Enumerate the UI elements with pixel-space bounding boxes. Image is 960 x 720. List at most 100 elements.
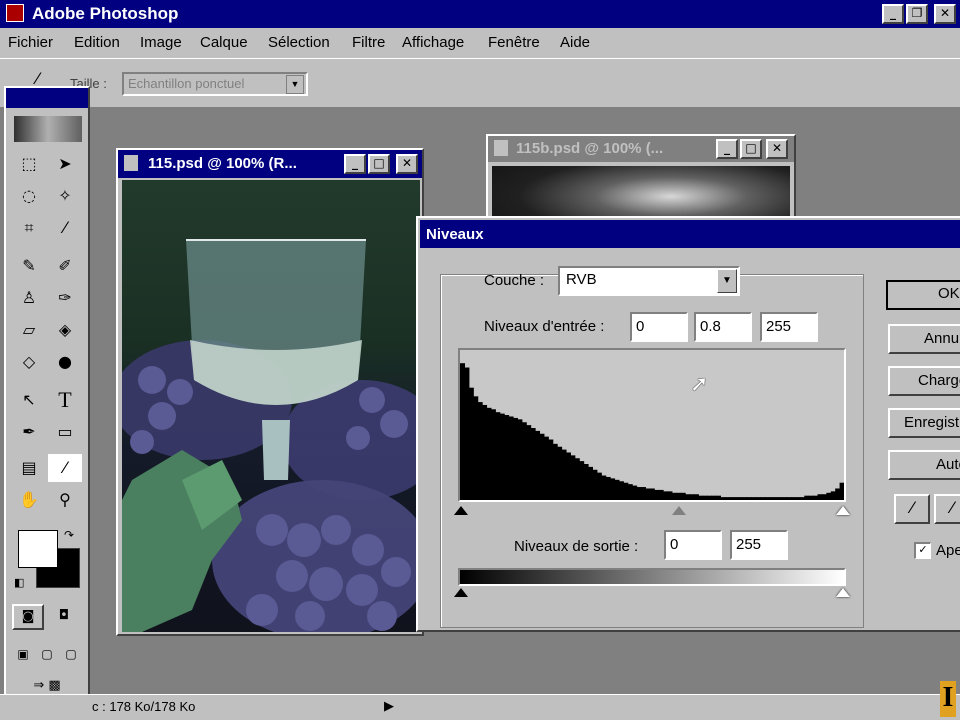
- output-white-field[interactable]: 255: [730, 530, 788, 560]
- chevron-down-icon[interactable]: ▼: [286, 75, 304, 94]
- chevron-down-icon[interactable]: ▼: [717, 269, 737, 293]
- doc1-titlebar[interactable]: 115.psd @ 100% (R... _ □ ✕: [118, 150, 422, 178]
- crop-icon[interactable]: ⌗: [12, 214, 46, 242]
- output-white-slider[interactable]: [836, 588, 850, 597]
- input-gamma-field[interactable]: 0.8: [694, 312, 752, 342]
- preview-checkbox[interactable]: ✓: [914, 542, 931, 559]
- load-button[interactable]: Charger...: [888, 366, 960, 396]
- magic-wand-icon[interactable]: ✧: [48, 182, 82, 210]
- photoshop-app-icon[interactable]: [6, 4, 24, 22]
- eyedropper-icon[interactable]: ⁄: [48, 214, 82, 242]
- histogram-bar: [804, 495, 810, 500]
- options-bar: ⁄ Taille : Echantillon ponctuel ▼: [0, 58, 960, 108]
- histogram-bar: [468, 387, 474, 500]
- black-eyedropper-icon[interactable]: ⁄: [894, 494, 930, 524]
- input-black-field[interactable]: 0: [630, 312, 688, 342]
- menu-aide[interactable]: Aide: [560, 34, 590, 51]
- input-white-slider[interactable]: [836, 506, 850, 515]
- swap-colors-icon[interactable]: ↷: [64, 528, 74, 542]
- save-button[interactable]: Enregistrer...: [888, 408, 960, 438]
- histogram-bar: [724, 497, 730, 500]
- histogram-bar: [707, 495, 713, 500]
- histogram-bar: [605, 476, 611, 500]
- minimize-button[interactable]: _: [882, 4, 904, 24]
- cancel-button[interactable]: Annuler: [888, 324, 960, 354]
- history-brush-icon[interactable]: ✑: [48, 284, 82, 312]
- histogram-bar: [552, 443, 558, 500]
- gray-eyedropper-icon[interactable]: ⁄: [934, 494, 960, 524]
- levels-dialog: Niveaux Couche : RVB ▼ Niveaux d'entrée …: [416, 216, 960, 632]
- text-tool-icon[interactable]: T: [48, 386, 82, 414]
- quickmask-mode-icon[interactable]: ◘: [48, 604, 80, 630]
- menu-image[interactable]: Image: [140, 34, 182, 51]
- input-levels-label: Niveaux d'entrée :: [484, 318, 605, 335]
- doc2-titlebar[interactable]: 115b.psd @ 100% (... _ □ ✕: [488, 136, 794, 162]
- menu-affichage[interactable]: Affichage: [402, 34, 464, 51]
- stamp-icon[interactable]: ♙: [12, 284, 46, 312]
- marquee-icon[interactable]: ⬚: [12, 150, 46, 178]
- notes-icon[interactable]: ▤: [12, 454, 46, 482]
- doc1-canvas[interactable]: [122, 180, 420, 632]
- document-size-status: c : 178 Ko/178 Ko: [92, 699, 196, 714]
- screen-mode-standard-icon[interactable]: ▣: [12, 642, 34, 666]
- standard-mode-icon[interactable]: ◙: [12, 604, 44, 630]
- hand-icon[interactable]: ✋: [12, 486, 46, 514]
- bucket-icon[interactable]: ◈: [48, 316, 82, 344]
- doc1-maximize-button[interactable]: □: [368, 154, 390, 174]
- pen-icon[interactable]: ✒: [12, 418, 46, 446]
- histogram-bar: [751, 497, 757, 500]
- input-gamma-slider[interactable]: [672, 506, 686, 515]
- channel-select[interactable]: RVB ▼: [558, 266, 740, 296]
- burn-icon[interactable]: ●: [48, 348, 82, 376]
- wine-glass-photo: [122, 239, 420, 632]
- menu-selection[interactable]: Sélection: [268, 34, 330, 51]
- auto-button[interactable]: Auto: [888, 450, 960, 480]
- menu-filtre[interactable]: Filtre: [352, 34, 385, 51]
- doc2-maximize-button[interactable]: □: [740, 139, 762, 159]
- histogram-bar: [539, 433, 545, 500]
- histogram-bar: [482, 404, 488, 500]
- input-white-field[interactable]: 255: [760, 312, 818, 342]
- menu-calque[interactable]: Calque: [200, 34, 248, 51]
- menu-fichier[interactable]: Fichier: [8, 34, 53, 51]
- ok-button[interactable]: OK: [886, 280, 960, 310]
- brush-icon[interactable]: ✐: [48, 252, 82, 280]
- move-icon[interactable]: ➤: [48, 150, 82, 178]
- menu-edition[interactable]: Edition: [74, 34, 120, 51]
- doc1-minimize-button[interactable]: _: [344, 154, 366, 174]
- histogram-bar: [490, 409, 496, 500]
- doc1-close-button[interactable]: ✕: [396, 154, 418, 174]
- adobe-logo[interactable]: [14, 116, 82, 142]
- sample-size-select[interactable]: Echantillon ponctuel ▼: [122, 72, 308, 96]
- input-black-slider[interactable]: [454, 506, 468, 515]
- color-sampler-icon[interactable]: ⁄: [48, 454, 82, 482]
- doc2-minimize-button[interactable]: _: [716, 139, 738, 159]
- output-black-field[interactable]: 0: [664, 530, 722, 560]
- default-colors-icon[interactable]: ◧: [14, 576, 24, 589]
- histogram-bar: [808, 495, 814, 500]
- menu-fenetre[interactable]: Fenêtre: [488, 34, 540, 51]
- channel-label: Couche :: [484, 272, 545, 289]
- histogram-bar: [711, 495, 717, 500]
- status-menu-arrow-icon[interactable]: ▶: [384, 699, 394, 714]
- rectangle-icon[interactable]: ▭: [48, 418, 82, 446]
- airbrush-icon[interactable]: ✎: [12, 252, 46, 280]
- close-button[interactable]: ✕: [934, 4, 956, 24]
- histogram-bar: [768, 497, 774, 500]
- histogram-bar: [530, 428, 536, 500]
- levels-titlebar[interactable]: Niveaux: [420, 220, 960, 248]
- zoom-icon[interactable]: ⚲: [48, 486, 82, 514]
- lasso-icon[interactable]: ◌: [12, 182, 46, 210]
- eraser-icon[interactable]: ▱: [12, 316, 46, 344]
- output-black-slider[interactable]: [454, 588, 468, 597]
- histogram-bar: [658, 489, 664, 500]
- doc2-close-button[interactable]: ✕: [766, 139, 788, 159]
- histogram-bar: [583, 464, 589, 500]
- app-title: Adobe Photoshop: [32, 4, 179, 23]
- blur-icon[interactable]: ◇: [12, 348, 46, 376]
- screen-mode-full-icon[interactable]: ▢: [60, 642, 82, 666]
- restore-button[interactable]: ❐: [906, 4, 928, 24]
- path-select-icon[interactable]: ↖: [12, 386, 46, 414]
- screen-mode-menu-icon[interactable]: ▢: [36, 642, 58, 666]
- toolbox-titlebar[interactable]: [6, 88, 88, 108]
